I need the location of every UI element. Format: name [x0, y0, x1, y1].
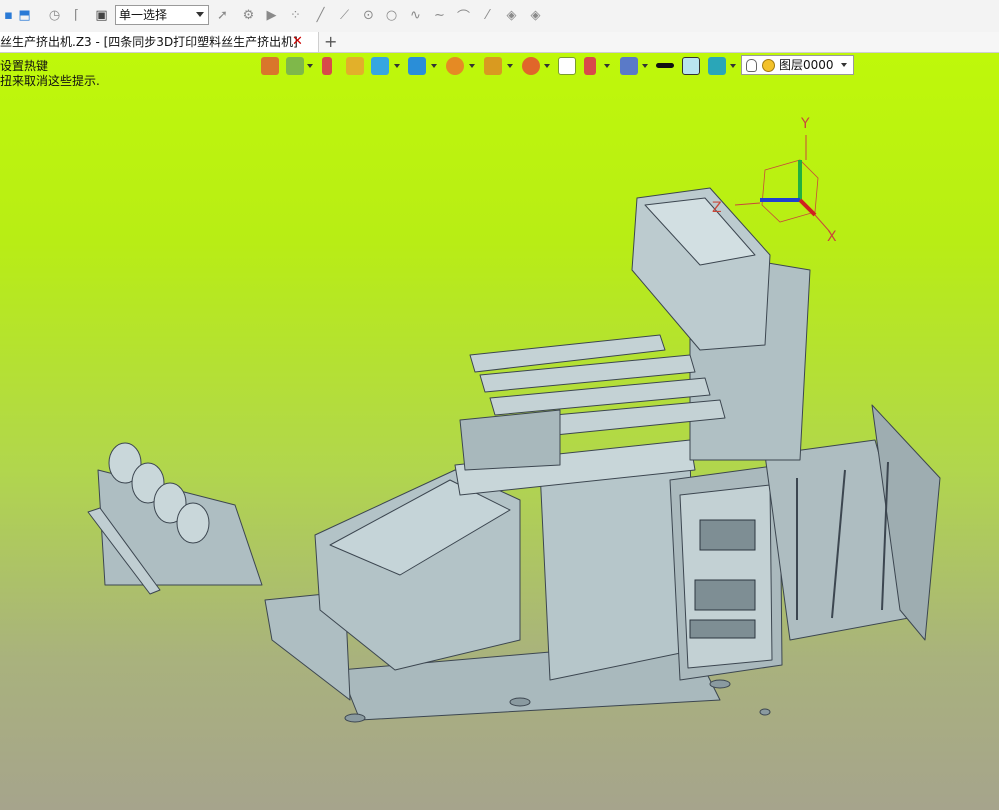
- line-icon-3[interactable]: ⁄: [479, 7, 496, 24]
- x-axis-label: X: [827, 229, 837, 245]
- play-icon[interactable]: ▶: [263, 7, 280, 24]
- machine-foot: [709, 679, 731, 689]
- save-icon[interactable]: ▪: [0, 7, 17, 24]
- cabinet-component: [689, 619, 756, 639]
- circle-icon[interactable]: ○: [383, 7, 400, 24]
- document-tab[interactable]: 丝生产挤出机.Z3 - [四条同步3D打印塑料丝生产挤出机] ✕: [0, 32, 319, 52]
- arc-icon-2[interactable]: ⌒: [455, 7, 472, 25]
- circle-center-icon[interactable]: ⊙: [360, 7, 377, 24]
- top-toolbar: ▪ ⬒ ◷ ⌈ ▣ 单一选择 ➚ ⚙ ▶ ⁘ ╱ ⟋ ⊙ ○ ∿ ∼ ⌒ ⁄ ◈…: [0, 0, 999, 33]
- layer-icon-2[interactable]: ◈: [527, 7, 544, 24]
- import-icon[interactable]: ⬒: [16, 7, 33, 24]
- layer-icon[interactable]: ◈: [503, 7, 520, 24]
- stop-icon[interactable]: ▣: [93, 7, 110, 24]
- z-axis-label: Z: [712, 200, 722, 216]
- document-tab-title: 丝生产挤出机.Z3 - [四条同步3D打印塑料丝生产挤出机]: [0, 35, 298, 49]
- machine-model[interactable]: Y Z X: [0, 53, 999, 810]
- new-tab-button[interactable]: +: [324, 32, 337, 51]
- extruder-heads: [459, 409, 561, 471]
- spool-4: [176, 502, 210, 544]
- chevron-down-icon: [196, 12, 204, 17]
- cabinet-panel: [679, 484, 773, 669]
- x-axis-arrow: [798, 198, 817, 217]
- line-icon-2[interactable]: ⟋: [336, 7, 353, 24]
- spline-icon[interactable]: ∿: [407, 7, 424, 24]
- document-tab-bar: 丝生产挤出机.Z3 - [四条同步3D打印塑料丝生产挤出机] ✕ +: [0, 32, 999, 53]
- triad-box: [761, 159, 819, 223]
- selection-mode-dropdown[interactable]: 单一选择: [115, 5, 209, 25]
- selection-mode-value: 单一选择: [119, 8, 168, 22]
- line-icon[interactable]: ╱: [312, 7, 329, 24]
- rotate-icon[interactable]: ◷: [46, 7, 63, 24]
- filter-icon[interactable]: ⌈: [68, 7, 85, 24]
- pointer-icon[interactable]: ➚: [214, 7, 231, 24]
- machine-foot: [344, 713, 366, 723]
- machine-foot: [759, 708, 771, 716]
- y-axis-label: Y: [800, 116, 810, 132]
- cabinet-component: [694, 579, 756, 611]
- gear-icon[interactable]: ⚙: [240, 7, 257, 24]
- arc-icon[interactable]: ∼: [431, 7, 448, 24]
- points-icon[interactable]: ⁘: [287, 7, 304, 24]
- cabinet-component: [699, 519, 756, 551]
- close-icon[interactable]: ✕: [292, 32, 303, 52]
- 3d-viewport[interactable]: 设置热键 扭来取消这些提示. 图层0000 Y Z X: [0, 53, 999, 810]
- machine-foot: [509, 697, 531, 707]
- z-axis-line: [734, 202, 761, 206]
